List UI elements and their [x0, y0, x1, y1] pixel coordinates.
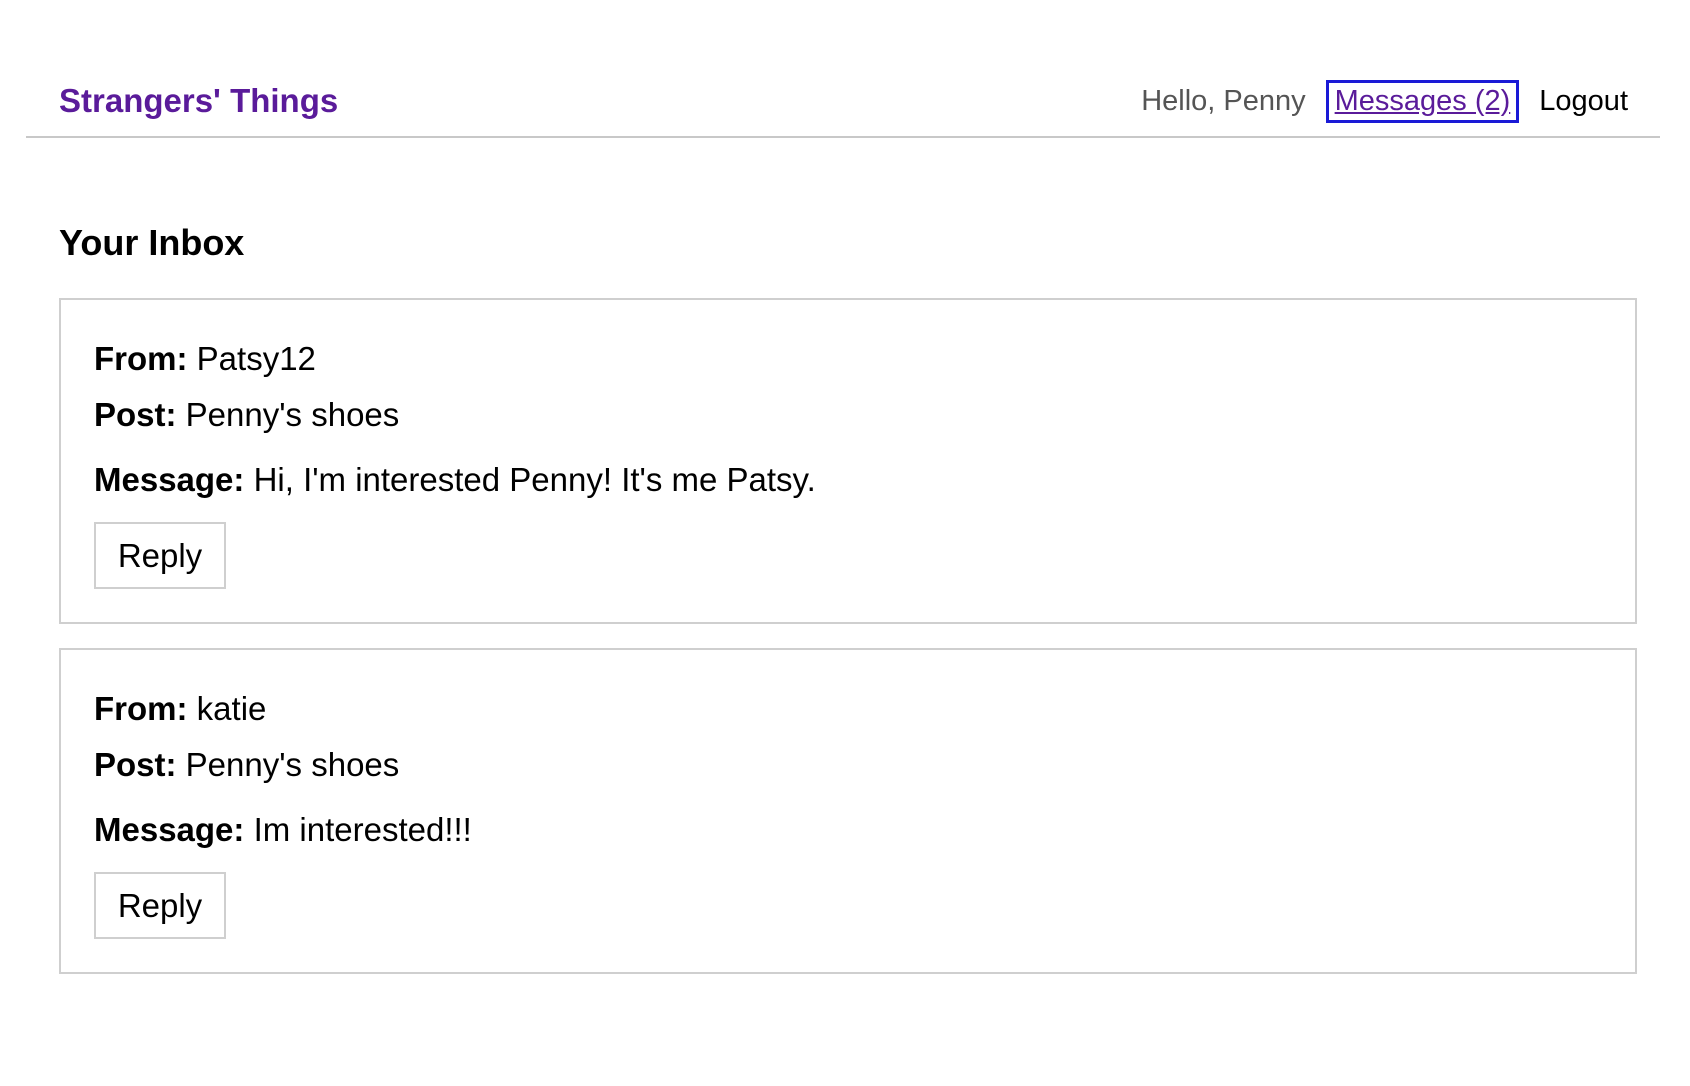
post-value: Penny's shoes — [185, 396, 400, 433]
from-label: From: — [94, 690, 188, 727]
post-label: Post: — [94, 746, 177, 783]
messages-link[interactable]: Messages (2) — [1325, 79, 1520, 123]
message-post: Post: Penny's shoes — [94, 746, 399, 784]
brand-logo-text[interactable]: Strangers' Things — [59, 82, 338, 120]
greeting-text: Hello, Penny — [1141, 84, 1306, 117]
post-label: Post: — [94, 396, 177, 433]
logout-link[interactable]: Logout — [1539, 85, 1628, 118]
reply-button[interactable]: Reply — [94, 522, 226, 589]
message-card: From: Patsy12 Post: Penny's shoes Messag… — [59, 298, 1637, 624]
message-from: From: Patsy12 — [94, 340, 316, 378]
site-header: Strangers' Things Hello, Penny Messages … — [26, 72, 1660, 138]
message-from: From: katie — [94, 690, 266, 728]
reply-button[interactable]: Reply — [94, 872, 226, 939]
message-value: Hi, I'm interested Penny! It's me Patsy. — [253, 461, 816, 498]
message-post: Post: Penny's shoes — [94, 396, 399, 434]
message-label: Message: — [94, 461, 245, 498]
page-title: Your Inbox — [59, 222, 245, 263]
from-value: Patsy12 — [196, 340, 316, 377]
message-body: Message: Im interested!!! — [94, 811, 472, 849]
header-nav: Hello, Penny Messages (2) Logout — [1141, 77, 1628, 125]
post-value: Penny's shoes — [185, 746, 400, 783]
from-label: From: — [94, 340, 188, 377]
message-body: Message: Hi, I'm interested Penny! It's … — [94, 461, 816, 499]
message-value: Im interested!!! — [253, 811, 472, 848]
from-value: katie — [196, 690, 267, 727]
message-label: Message: — [94, 811, 245, 848]
message-card: From: katie Post: Penny's shoes Message:… — [59, 648, 1637, 974]
